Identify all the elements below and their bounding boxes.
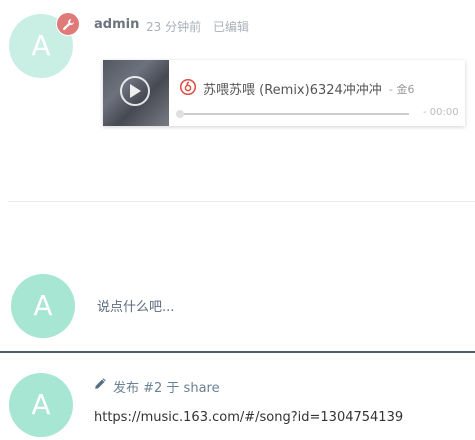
post-content[interactable]: https://music.163.com/#/song?id=13047541… bbox=[94, 410, 403, 425]
edited-label: 已编辑 bbox=[213, 20, 250, 34]
album-cover bbox=[103, 60, 169, 126]
avatar-letter: A bbox=[31, 29, 51, 62]
song-artist: - 金6 bbox=[389, 83, 415, 96]
play-button[interactable] bbox=[120, 76, 150, 106]
author-name[interactable]: admin bbox=[94, 17, 139, 32]
comment-input[interactable]: 说点什么吧... bbox=[97, 296, 174, 315]
progress-bar[interactable] bbox=[179, 113, 409, 115]
avatar-letter: A bbox=[31, 388, 51, 421]
avatar[interactable]: A bbox=[9, 373, 73, 437]
divider bbox=[0, 351, 475, 353]
avatar-letter: A bbox=[33, 289, 53, 322]
play-icon bbox=[130, 84, 141, 98]
song-time: - 00:00 bbox=[423, 107, 459, 118]
avatar: A bbox=[11, 274, 75, 338]
divider bbox=[8, 201, 475, 202]
music-player-card: 苏喂苏喂 (Remix)6324冲冲冲 - 金6 - 00:00 bbox=[103, 60, 465, 126]
progress-handle[interactable] bbox=[176, 110, 184, 118]
pencil-icon bbox=[95, 378, 106, 389]
song-title: 苏喂苏喂 (Remix)6324冲冲冲 bbox=[203, 83, 382, 98]
post-action-text[interactable]: 发布 #2 于 share bbox=[113, 377, 220, 396]
netease-music-icon bbox=[180, 79, 196, 95]
post-timestamp[interactable]: 23 分钟前 bbox=[146, 18, 201, 35]
admin-wrench-icon bbox=[56, 12, 80, 36]
